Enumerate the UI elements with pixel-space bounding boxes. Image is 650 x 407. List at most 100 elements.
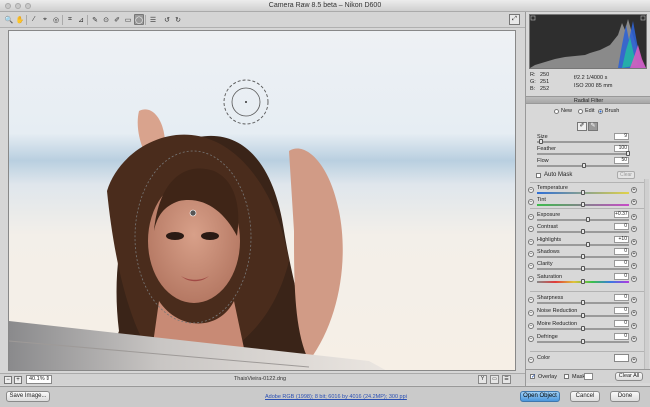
defringe-slider-thumb[interactable]: [581, 339, 585, 344]
plus-icon[interactable]: +: [631, 239, 637, 245]
sharpness-value[interactable]: 0: [614, 294, 629, 301]
white-balance-tool-icon[interactable]: ⁄: [29, 14, 39, 25]
plus-icon[interactable]: +: [631, 323, 637, 329]
graduated-filter-tool-icon[interactable]: ▭: [123, 14, 133, 25]
mode-brush-radio[interactable]: Brush: [598, 106, 619, 116]
tint-slider-thumb[interactable]: [581, 202, 585, 207]
minimize-window-button[interactable]: [15, 3, 21, 9]
mask-checkbox[interactable]: [564, 374, 569, 379]
shadows-slider-thumb[interactable]: [581, 254, 585, 259]
size-value[interactable]: 9: [614, 133, 629, 140]
minus-icon[interactable]: −: [528, 263, 534, 269]
plus-icon[interactable]: +: [631, 199, 637, 205]
minus-icon[interactable]: −: [528, 336, 534, 342]
plus-icon[interactable]: +: [631, 214, 637, 220]
save-image-button[interactable]: Save Image...: [6, 391, 50, 402]
open-object-button[interactable]: Open Object: [520, 391, 560, 402]
preferences-tool-icon[interactable]: ☰: [148, 14, 158, 25]
noise-reduction-value[interactable]: 0: [614, 307, 629, 314]
temperature-slider-thumb[interactable]: [581, 190, 585, 195]
exposure-value[interactable]: +0.37: [614, 211, 629, 218]
feather-track[interactable]: [537, 153, 629, 155]
plus-icon[interactable]: +: [631, 251, 637, 257]
plus-icon[interactable]: +: [631, 357, 637, 363]
workflow-options-link[interactable]: Adobe RGB (1998); 8 bit; 6016 by 4016 (2…: [265, 394, 407, 400]
rotate-ccw-tool-icon[interactable]: ↺: [162, 14, 172, 25]
zoom-in-button[interactable]: +: [14, 376, 22, 384]
plus-icon[interactable]: +: [631, 297, 637, 303]
minus-icon[interactable]: −: [528, 251, 534, 257]
minus-icon[interactable]: −: [528, 323, 534, 329]
contrast-value[interactable]: 0: [614, 223, 629, 230]
rotate-cw-tool-icon[interactable]: ↻: [173, 14, 183, 25]
sharpness-slider-thumb[interactable]: [581, 300, 585, 305]
plus-icon[interactable]: +: [631, 187, 637, 193]
crop-tool-icon[interactable]: ⌗: [65, 14, 75, 25]
minus-icon[interactable]: −: [528, 310, 534, 316]
flow-value[interactable]: 50: [614, 157, 629, 164]
size-track[interactable]: [537, 141, 629, 143]
clarity-value[interactable]: 0: [614, 260, 629, 267]
feather-slider-thumb[interactable]: [626, 151, 630, 156]
contrast-slider-thumb[interactable]: [581, 229, 585, 234]
brush-add-icon[interactable]: ✐: [577, 122, 587, 131]
plus-icon[interactable]: +: [631, 310, 637, 316]
plus-icon[interactable]: +: [631, 263, 637, 269]
minus-icon[interactable]: −: [528, 357, 534, 363]
auto-mask-checkbox[interactable]: [536, 173, 541, 178]
clear-brush-button[interactable]: Clear: [617, 171, 635, 179]
fullscreen-toggle-icon[interactable]: ⤢: [509, 14, 520, 25]
hand-tool-icon[interactable]: ✋: [15, 14, 25, 25]
photo-canvas[interactable]: [9, 31, 516, 371]
defringe-value[interactable]: 0: [614, 333, 629, 340]
shadows-value[interactable]: 0: [614, 248, 629, 255]
color-swatch[interactable]: [614, 354, 629, 362]
minus-icon[interactable]: −: [528, 226, 534, 232]
zoom-level-select[interactable]: 40.1% ⇕: [26, 375, 52, 384]
flow-slider-thumb[interactable]: [582, 163, 586, 168]
clear-all-button[interactable]: Clear All: [615, 372, 643, 381]
preview-toggle-icon[interactable]: Y: [478, 375, 487, 384]
minus-icon[interactable]: −: [528, 187, 534, 193]
size-slider-thumb[interactable]: [539, 139, 543, 144]
minus-icon[interactable]: −: [528, 214, 534, 220]
noise-reduction-slider-thumb[interactable]: [581, 313, 585, 318]
plus-icon[interactable]: +: [631, 226, 637, 232]
straighten-tool-icon[interactable]: ⊿: [76, 14, 86, 25]
plus-icon[interactable]: +: [631, 276, 637, 282]
saturation-value[interactable]: 0: [614, 273, 629, 280]
minus-icon[interactable]: −: [528, 297, 534, 303]
clarity-slider-thumb[interactable]: [581, 266, 585, 271]
filmstrip-icon[interactable]: ☰: [502, 375, 511, 384]
minus-icon[interactable]: −: [528, 199, 534, 205]
exposure-slider-thumb[interactable]: [585, 217, 590, 222]
minus-icon[interactable]: −: [528, 239, 534, 245]
spot-removal-tool-icon[interactable]: ✎: [90, 14, 100, 25]
done-button[interactable]: Done: [610, 391, 640, 402]
image-preview[interactable]: [8, 30, 516, 371]
radial-filter-tool-icon[interactable]: ◯: [134, 14, 144, 25]
zoom-window-button[interactable]: [25, 3, 31, 9]
panel-scrollbar[interactable]: [644, 179, 649, 379]
zoom-out-button[interactable]: −: [4, 376, 12, 384]
color-sampler-tool-icon[interactable]: ⌖: [40, 14, 50, 25]
highlights-value[interactable]: +10: [614, 236, 629, 243]
mode-new-radio[interactable]: New: [554, 106, 572, 116]
minus-icon[interactable]: −: [528, 276, 534, 282]
moire-reduction-value[interactable]: 0: [614, 320, 629, 327]
moire-reduction-slider-thumb[interactable]: [581, 326, 585, 331]
highlights-slider-thumb[interactable]: [585, 242, 590, 247]
brush-erase-icon[interactable]: ✎: [588, 122, 598, 131]
overlay-checkbox[interactable]: ✓: [530, 374, 536, 380]
red-eye-tool-icon[interactable]: ⊙: [101, 14, 111, 25]
plus-icon[interactable]: +: [631, 336, 637, 342]
targeted-adjustment-tool-icon[interactable]: ◎: [51, 14, 61, 25]
before-after-icon[interactable]: ▭: [490, 375, 499, 384]
adjustment-brush-tool-icon[interactable]: ✐: [112, 14, 122, 25]
close-window-button[interactable]: [5, 3, 11, 9]
mask-color-swatch[interactable]: [584, 373, 593, 380]
exposure-track[interactable]: [537, 219, 629, 221]
highlights-track[interactable]: [537, 244, 629, 246]
saturation-slider-thumb[interactable]: [581, 279, 585, 284]
cancel-button[interactable]: Cancel: [570, 391, 600, 402]
